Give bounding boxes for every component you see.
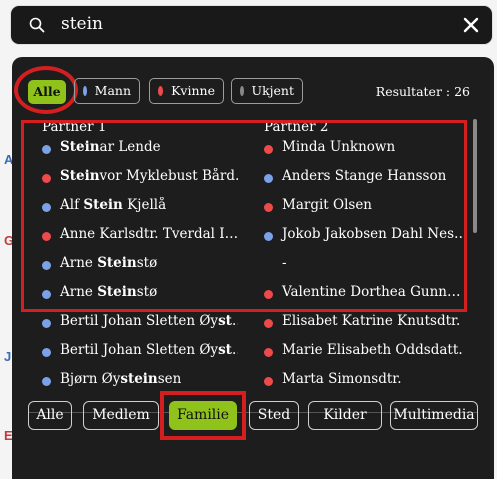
filter-unknown-label: Ukjent bbox=[251, 83, 294, 98]
tab-medlem[interactable]: Medlem bbox=[83, 401, 159, 430]
tab-kilder[interactable]: Kilder bbox=[308, 401, 382, 430]
female-dot-icon bbox=[158, 86, 164, 96]
male-dot-icon bbox=[83, 86, 87, 96]
results-count: Resultater : 26 bbox=[375, 84, 470, 99]
male-dot-icon bbox=[42, 348, 51, 357]
filter-female-label: Kvinne bbox=[171, 83, 215, 98]
female-dot-icon bbox=[264, 348, 273, 357]
close-icon[interactable] bbox=[461, 15, 481, 35]
highlight-tab-rectangle bbox=[160, 391, 246, 440]
partner1-name: Bertil Johan Sletten Øyst… bbox=[60, 342, 238, 358]
partner1-entry[interactable]: Bertil Johan Sletten Øyst… bbox=[42, 313, 238, 333]
partner2-entry[interactable]: Elisabet Katrine Knutsdtr. bbox=[264, 313, 464, 333]
search-icon bbox=[29, 17, 45, 33]
tab-multimedia[interactable]: Multimedia bbox=[390, 401, 478, 430]
bg-fragment-j: J bbox=[4, 349, 12, 364]
partner2-entry[interactable]: Marie Elisabeth Oddsdatt… bbox=[264, 342, 464, 362]
partner1-entry[interactable]: Bertil Johan Sletten Øyst… bbox=[42, 342, 238, 362]
scrollbar-thumb[interactable] bbox=[473, 119, 477, 233]
partner1-name: Bjørn Øysteinsen bbox=[60, 371, 182, 387]
female-dot-icon bbox=[264, 319, 273, 328]
search-results-panel: Alle Mann Kvinne Ukjent Resultater : 26 … bbox=[12, 57, 494, 479]
search-input[interactable]: stein bbox=[61, 14, 103, 34]
partner2-name: Marta Simonsdtr. bbox=[282, 371, 402, 387]
male-dot-icon bbox=[42, 319, 51, 328]
filter-male-button[interactable]: Mann bbox=[74, 78, 140, 104]
partner2-name: Marie Elisabeth Oddsdatt… bbox=[282, 342, 464, 358]
filter-male-label: Mann bbox=[94, 83, 131, 98]
partner2-name: Elisabet Katrine Knutsdtr. bbox=[282, 313, 461, 329]
highlight-rectangle bbox=[21, 120, 467, 312]
filter-unknown-button[interactable]: Ukjent bbox=[231, 78, 303, 104]
highlight-circle bbox=[14, 66, 78, 114]
male-dot-icon bbox=[42, 377, 51, 386]
filter-female-button[interactable]: Kvinne bbox=[149, 78, 224, 104]
partner1-name: Bertil Johan Sletten Øyst… bbox=[60, 313, 238, 329]
female-dot-icon bbox=[264, 377, 273, 386]
partner2-entry[interactable]: Marta Simonsdtr. bbox=[264, 371, 464, 391]
tab-alle[interactable]: Alle bbox=[28, 401, 72, 430]
search-bar[interactable]: stein bbox=[10, 5, 493, 45]
partner1-entry[interactable]: Bjørn Øysteinsen bbox=[42, 371, 238, 391]
tab-sted[interactable]: Sted bbox=[249, 401, 299, 430]
unknown-dot-icon bbox=[240, 86, 244, 96]
